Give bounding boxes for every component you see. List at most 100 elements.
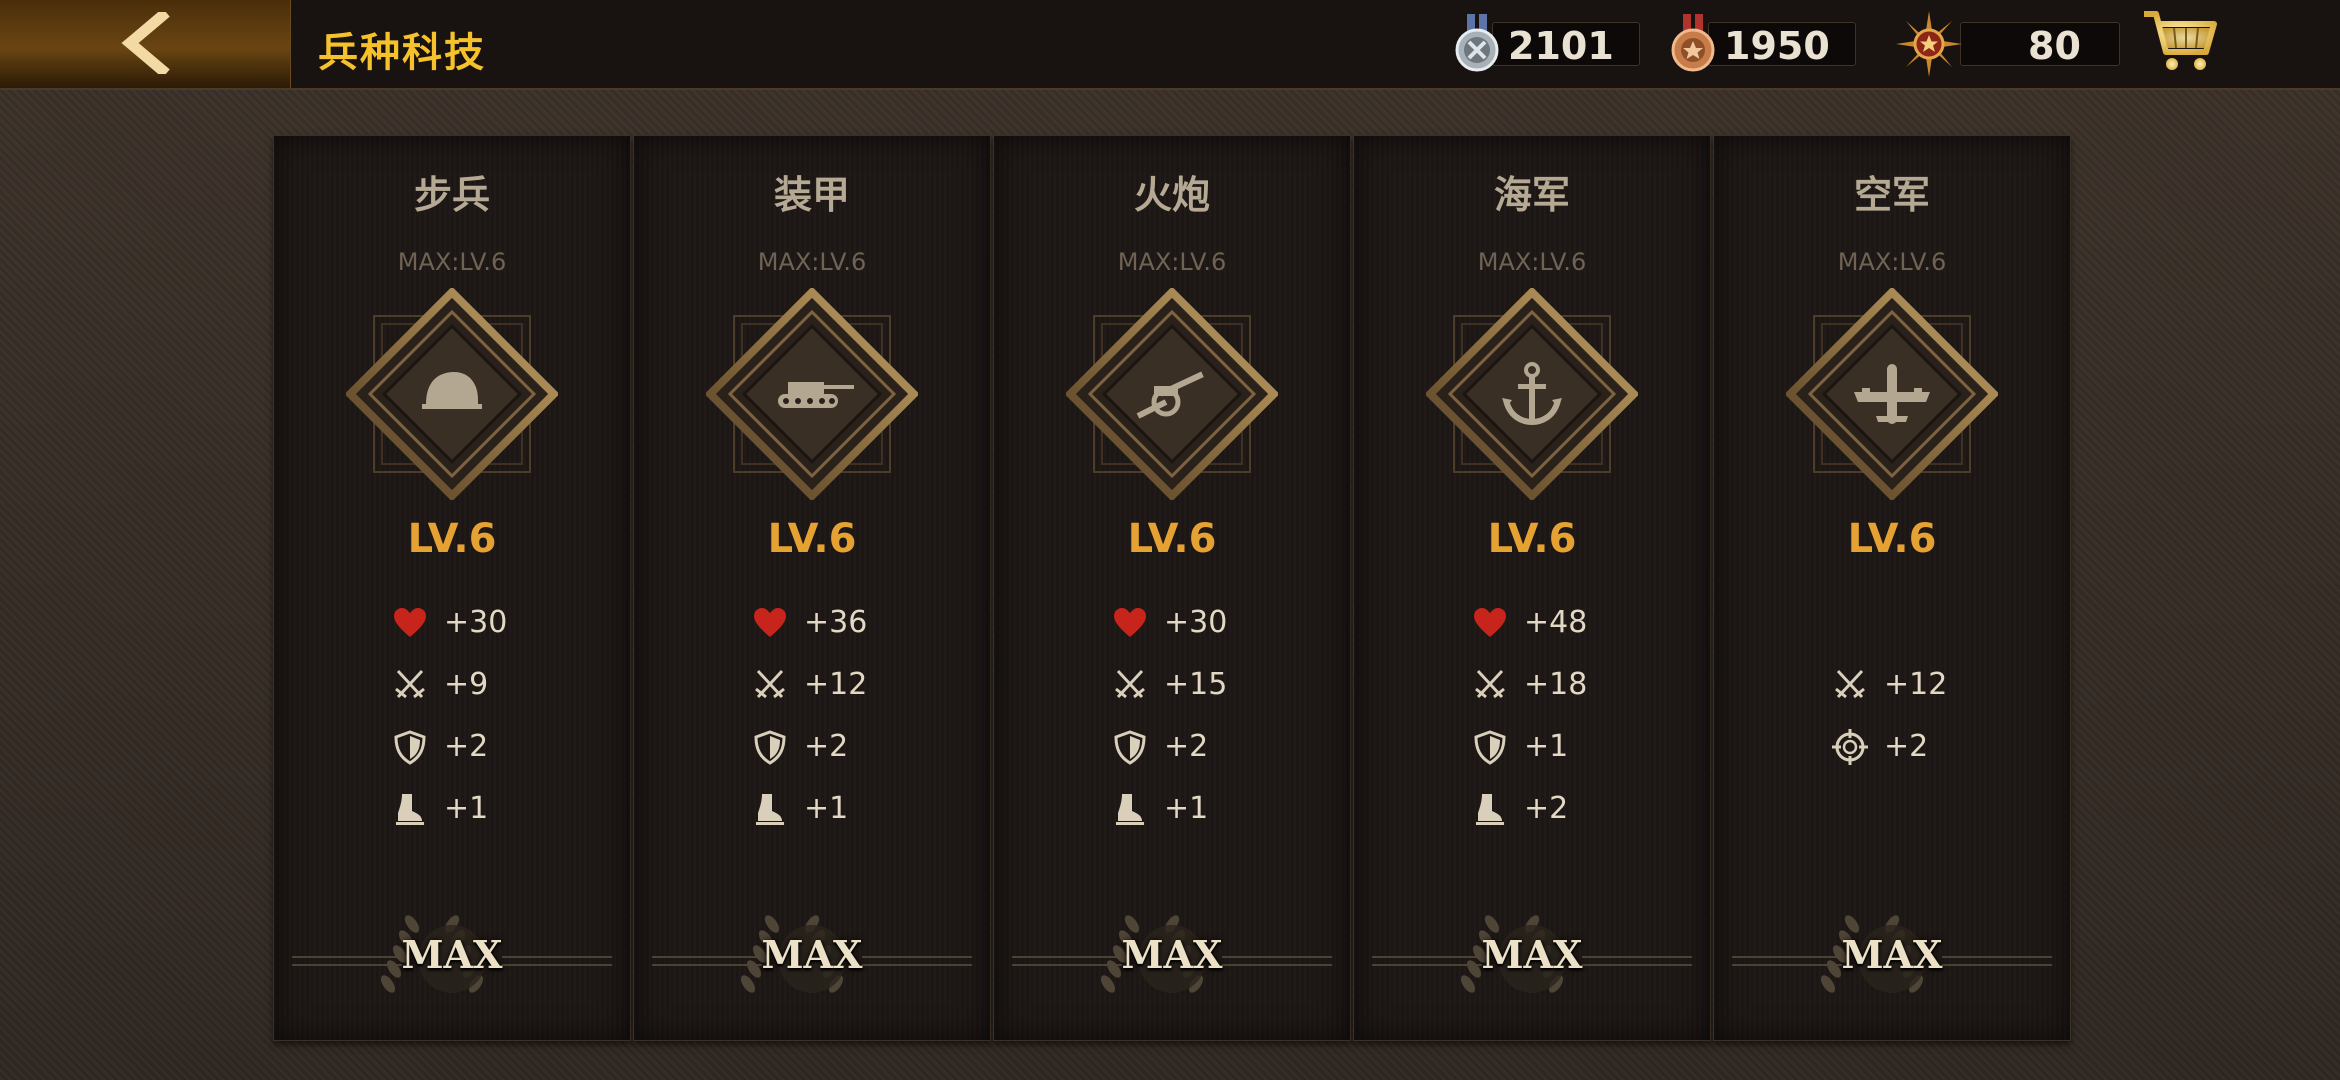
bronze-medal-value: 1950: [1724, 24, 1830, 68]
crossed-swords-icon: [395, 669, 425, 699]
max-label: MAX: [1481, 932, 1583, 977]
boot-icon: [756, 794, 784, 825]
max-badge: MAX: [292, 904, 612, 1014]
stat-value: +1: [804, 791, 849, 826]
shield-icon: [394, 730, 426, 765]
heart-icon: [1114, 608, 1146, 637]
stat-value: +1: [1164, 791, 1209, 826]
back-button[interactable]: [0, 0, 291, 88]
max-label: MAX: [1841, 932, 1943, 977]
stat-value: +1: [444, 791, 489, 826]
stat-row: +2: [1472, 789, 1672, 829]
shield-icon: [1474, 730, 1506, 765]
unit-name: 海军: [1493, 173, 1570, 217]
silver-medal-value: 2101: [1508, 24, 1614, 68]
stat-value: +2: [1524, 791, 1569, 826]
crossed-swords-icon: [1115, 669, 1145, 699]
max-badge: MAX: [1012, 904, 1332, 1014]
stat-row: +1: [752, 789, 952, 829]
crossed-swords-icon: [755, 669, 785, 699]
max-label: MAX: [1121, 932, 1223, 977]
heart-icon: [394, 608, 426, 637]
unit-panel[interactable]: 空军 MAX:LV.6 LV.6 +12 +2 MAX: [1713, 135, 2071, 1041]
stat-row: +9: [392, 665, 592, 705]
silver-medal-icon: [1455, 14, 1499, 72]
stat-row: +2: [1832, 727, 2032, 767]
unit-panel[interactable]: 步兵 MAX:LV.6 LV.6 +30 +9 +2 +1 MAX: [273, 135, 631, 1041]
stat-value: +2: [1884, 729, 1929, 764]
heart-icon: [754, 608, 786, 637]
stat-value: +2: [1164, 729, 1209, 764]
stat-value: +30: [1164, 605, 1228, 640]
stat-row: +12: [752, 665, 952, 705]
shield-icon: [1114, 730, 1146, 765]
page-title: 兵种科技: [318, 30, 486, 76]
stat-value: +18: [1524, 667, 1588, 702]
unit-name: 装甲: [773, 173, 850, 217]
star-value: 80: [2028, 24, 2081, 68]
silver-medal-counter: 2101: [1452, 14, 1642, 74]
sunburst-star-icon: [1896, 11, 1962, 77]
max-label: MAX: [761, 932, 863, 977]
unit-emblem: [1066, 288, 1278, 500]
unit-max-level: MAX:LV.6: [1477, 248, 1587, 276]
stat-row: +18: [1472, 665, 1672, 705]
unit-emblem: [1426, 288, 1638, 500]
max-badge: MAX: [1732, 904, 2052, 1014]
stat-row: +12: [1832, 665, 2032, 705]
max-badge: MAX: [652, 904, 972, 1014]
stat-row: +1: [392, 789, 592, 829]
star-counter: 80: [1896, 11, 2122, 77]
unit-name: 步兵: [413, 173, 490, 217]
unit-panel[interactable]: 火炮 MAX:LV.6 LV.6 +30 +15 +2 +1 MAX: [993, 135, 1351, 1041]
stat-value: +1: [1524, 729, 1569, 764]
stat-row: +2: [1112, 727, 1312, 767]
unit-max-level: MAX:LV.6: [757, 248, 867, 276]
boot-icon: [1116, 794, 1144, 825]
stat-value: +36: [804, 605, 868, 640]
chevron-left-icon: [121, 12, 170, 74]
unit-level: LV.6: [1487, 516, 1577, 562]
stat-row: +30: [392, 603, 592, 643]
boot-icon: [1476, 794, 1504, 825]
unit-emblem: [706, 288, 918, 500]
bronze-medal-counter: 1950: [1668, 14, 1858, 74]
crossed-swords-icon: [1835, 669, 1865, 699]
unit-panel[interactable]: 装甲 MAX:LV.6 LV.6 +36 +12 +2 +1 MAX: [633, 135, 991, 1041]
stat-value: +12: [804, 667, 868, 702]
stat-value: +2: [444, 729, 489, 764]
stat-value: +30: [444, 605, 508, 640]
unit-name: 火炮: [1133, 173, 1210, 217]
crosshair-icon: [1832, 729, 1868, 765]
unit-level: LV.6: [1847, 516, 1937, 562]
boot-icon: [396, 794, 424, 825]
stat-row: +48: [1472, 603, 1672, 643]
top-bar: 兵种科技 2101 1950 80: [0, 0, 2340, 90]
stat-row: +1: [1472, 727, 1672, 767]
max-badge: MAX: [1372, 904, 1692, 1014]
stat-value: +9: [444, 667, 489, 702]
stat-row: +30: [1112, 603, 1312, 643]
stat-value: +2: [804, 729, 849, 764]
unit-name: 空军: [1853, 173, 1930, 217]
stat-row: +2: [392, 727, 592, 767]
unit-max-level: MAX:LV.6: [397, 248, 507, 276]
stat-value: +48: [1524, 605, 1588, 640]
unit-emblem: [346, 288, 558, 500]
stat-row: +36: [752, 603, 952, 643]
max-label: MAX: [401, 932, 503, 977]
crossed-swords-icon: [1475, 669, 1505, 699]
shopping-cart-icon[interactable]: [2142, 6, 2218, 76]
stat-row: +15: [1112, 665, 1312, 705]
stat-row: +1: [1112, 789, 1312, 829]
unit-level: LV.6: [1127, 516, 1217, 562]
unit-max-level: MAX:LV.6: [1117, 248, 1227, 276]
stat-value: +12: [1884, 667, 1948, 702]
unit-level: LV.6: [767, 516, 857, 562]
stat-value: +15: [1164, 667, 1228, 702]
unit-level: LV.6: [407, 516, 497, 562]
unit-max-level: MAX:LV.6: [1837, 248, 1947, 276]
shield-icon: [754, 730, 786, 765]
unit-panel[interactable]: 海军 MAX:LV.6 LV.6 +48 +18 +1 +2 MAX: [1353, 135, 1711, 1041]
heart-icon: [1474, 608, 1506, 637]
